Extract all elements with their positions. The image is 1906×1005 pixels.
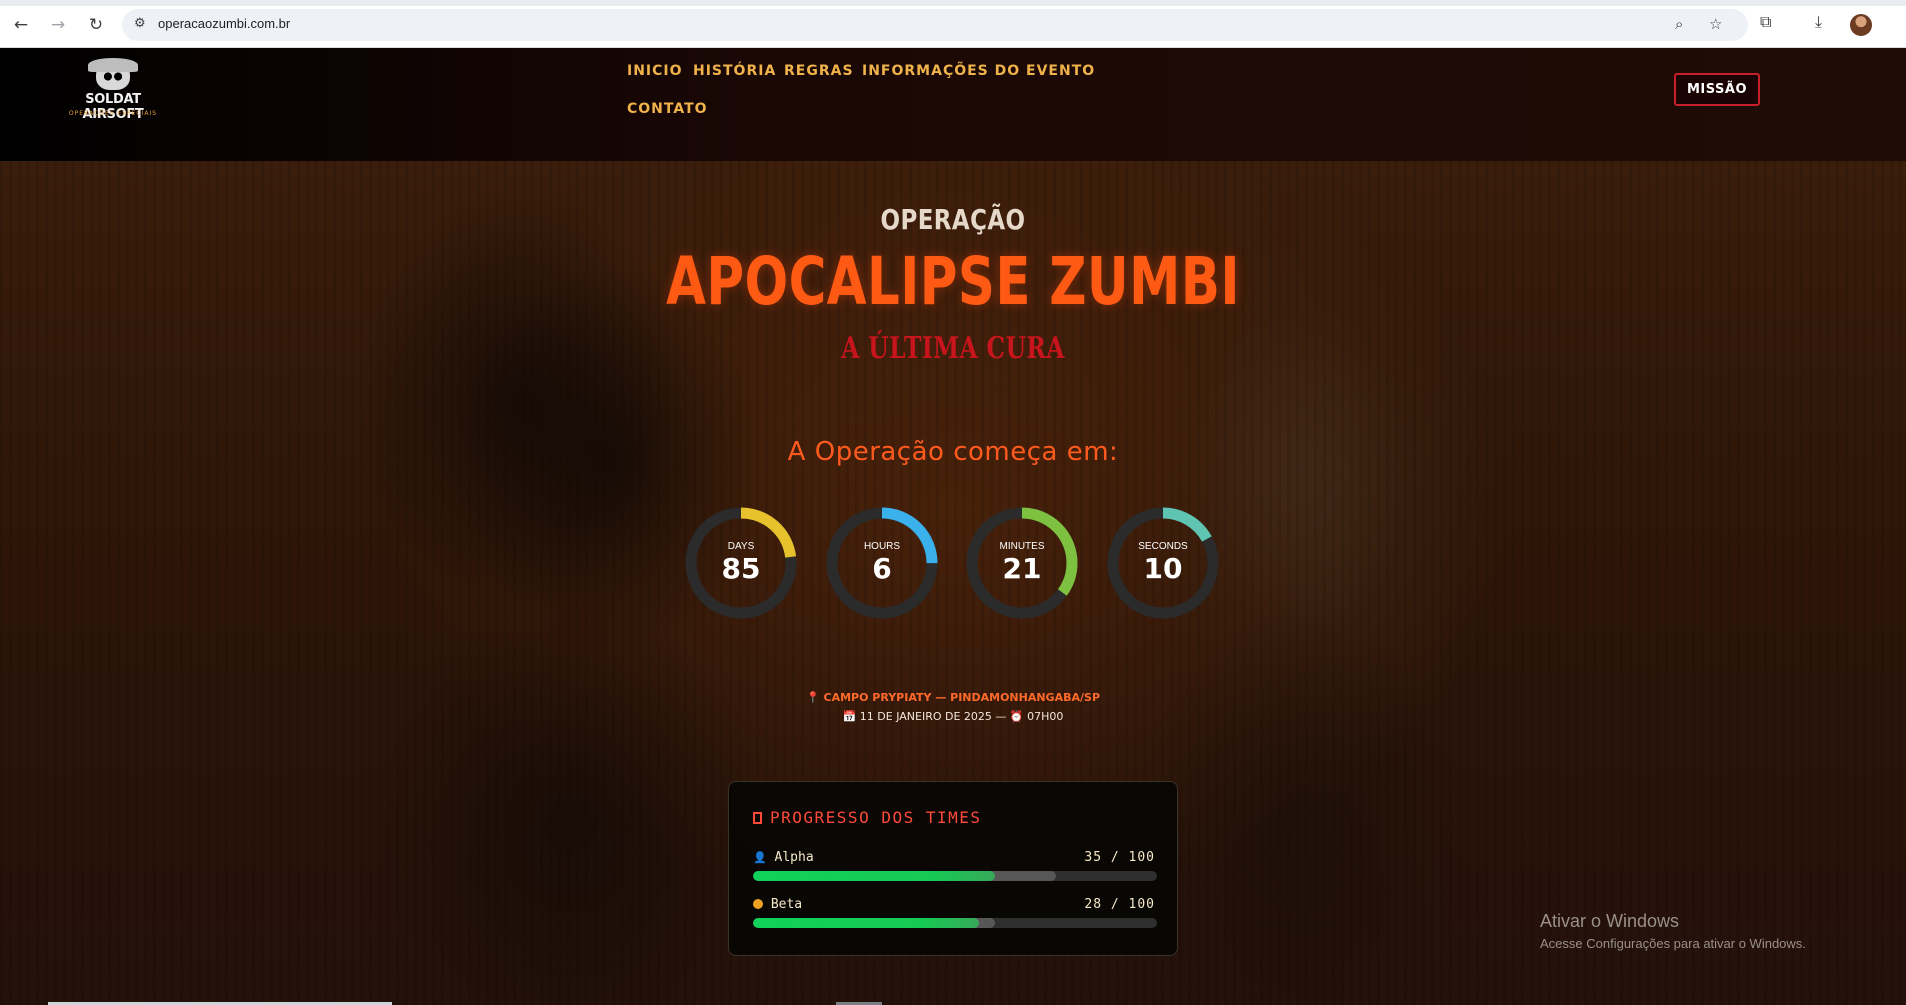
panel-title: PROGRESSO DOS TIMES [753,808,982,827]
countdown-minutes: MINUTES 21 [962,503,1082,623]
forward-button[interactable]: → [46,13,70,37]
team-beta-score: 28 / 100 [1084,897,1155,912]
hours-label: HOURS [863,541,901,552]
arrow-left-icon: ← [13,15,29,35]
logo-tagline: OPERAÇÕES ESPECIAIS [68,110,158,117]
team-alpha-bar [753,871,1157,881]
hero-title: APOCALIPSE ZUMBI [666,243,1240,320]
puzzle-icon[interactable]: ⧉ [1760,12,1771,32]
orange-circle-icon [753,899,763,909]
arrow-right-icon: → [50,15,66,35]
box-icon [753,812,762,824]
reload-button[interactable]: ↻ [84,13,108,37]
hours-value: 6 [872,552,892,585]
reload-icon: ↻ [88,15,104,35]
date-text: 11 DE JANEIRO DE 2025 — [859,710,1007,723]
hero-pretitle: OPERAÇÃO [880,203,1026,236]
panel-title-text: PROGRESSO DOS TIMES [770,808,982,827]
team-alpha-name: 👤 Alpha [753,850,814,865]
time-text: 07H00 [1027,710,1064,723]
star-icon[interactable]: ☆ [1709,15,1722,33]
tune-icon[interactable]: ⚙ [134,16,152,34]
days-label: DAYS [727,541,755,552]
browser-toolbar: ← → ↻ ⚙ operacaozumbi.com.br ⌕ ☆ ⧉ ⤓ [0,0,1906,48]
hero-subtitle: A ÚLTIMA CURA [841,331,1065,366]
team-progress-panel: PROGRESSO DOS TIMES 👤 Alpha 35 / 100 Bet… [728,781,1178,956]
countdown-days: DAYS 85 [681,503,801,623]
windows-activation-title: Ativar o Windows [1540,911,1680,931]
tab-strip [0,0,1906,6]
minutes-label: MINUTES [999,541,1045,552]
logo-name: SOLDAT AIRSOFT [82,92,144,122]
menu-item-informacoes[interactable]: INFORMAÇÕES DO EVENTO [862,63,1095,79]
team-beta-bar-fill [753,918,980,928]
event-datetime: 📅 11 DE JANEIRO DE 2025 — ⏰ 07H00 [0,710,1906,723]
pin-icon: 📍 [805,691,820,704]
menu-item-inicio[interactable]: INICIO [627,63,683,79]
hero-section: OPERAÇÃO APOCALIPSE ZUMBI A ÚLTIMA CURA … [0,161,1906,1005]
team-alpha-score: 35 / 100 [1084,850,1155,865]
event-location: 📍 CAMPO PRYPIATY — PINDAMONHANGABA/SP [0,691,1906,704]
download-icon[interactable]: ⤓ [1815,12,1822,32]
windows-activation-text: Acesse Configurações para ativar o Windo… [1540,936,1806,951]
seconds-label: SECONDS [1138,541,1188,552]
calendar-icon: 📅 [842,710,857,723]
missao-button[interactable]: MISSÃO [1674,73,1760,106]
back-button[interactable]: ← [9,13,33,37]
url-text[interactable]: operacaozumbi.com.br [158,16,290,31]
profile-avatar[interactable] [1850,14,1872,36]
location-text: CAMPO PRYPIATY — PINDAMONHANGABA/SP [823,691,1101,704]
team-beta-bar [753,918,1157,928]
team-beta-label: Beta [770,897,803,912]
team-alpha-bar-fill [753,871,996,881]
seconds-value: 10 [1143,552,1183,585]
helmet-icon [88,58,138,72]
minutes-value: 21 [1002,552,1042,585]
countdown-seconds: SECONDS 10 [1103,503,1223,623]
address-bar[interactable]: ⚙ operacaozumbi.com.br ⌕ ☆ [122,9,1748,41]
menu-item-historia[interactable]: HISTÓRIA [693,63,776,79]
alarm-clock-icon: ⏰ [1009,710,1024,723]
menu-item-contato[interactable]: CONTATO [627,101,708,117]
site-header: SOLDAT AIRSOFT OPERAÇÕES ESPECIAIS INICI… [0,48,1906,161]
team-alpha-label: Alpha [774,850,814,865]
menu-item-regras[interactable]: REGRAS [784,63,854,79]
days-value: 85 [721,552,761,585]
countdown-heading: A Operação começa em: [787,437,1119,467]
team-beta-name: Beta [753,897,802,912]
logo[interactable]: SOLDAT AIRSOFT OPERAÇÕES ESPECIAIS [58,58,168,133]
person-icon: 👤 [753,851,767,864]
zoom-icon[interactable]: ⌕ [1675,15,1683,33]
countdown-hours: HOURS 6 [822,503,942,623]
